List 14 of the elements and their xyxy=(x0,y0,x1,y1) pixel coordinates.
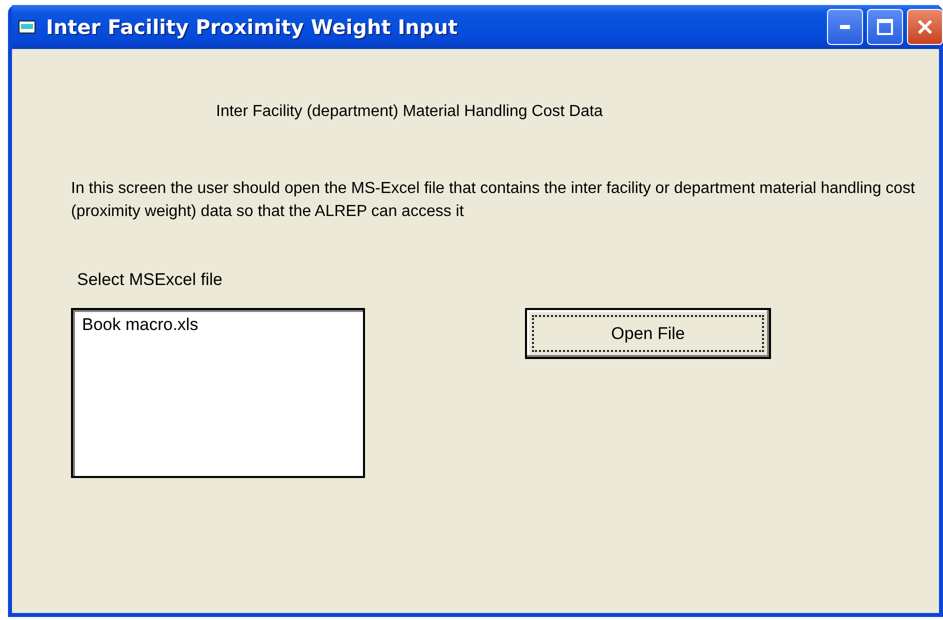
maximize-icon xyxy=(876,18,894,36)
minimize-icon xyxy=(840,25,850,29)
file-label: Select MSExcel file xyxy=(77,270,224,290)
close-icon xyxy=(915,17,935,37)
window-title: Inter Facility Proximity Weight Input xyxy=(46,15,458,39)
open-file-button[interactable]: Open File xyxy=(525,308,771,359)
maximize-button[interactable] xyxy=(867,9,903,45)
window-icon xyxy=(18,19,38,35)
minimize-button[interactable] xyxy=(827,9,863,45)
file-list[interactable]: Book macro.xls xyxy=(71,308,365,478)
close-button[interactable] xyxy=(907,9,943,45)
file-list-item[interactable]: Book macro.xls xyxy=(76,315,204,335)
heading-text: Inter Facility (department) Material Handling Cost Data xyxy=(216,103,603,121)
description-text: In this screen the user should open the MS-Excel file that contains the inter facility or department material handling cost (proximity weight) data so that the ALREP can access it xyxy=(71,179,916,222)
